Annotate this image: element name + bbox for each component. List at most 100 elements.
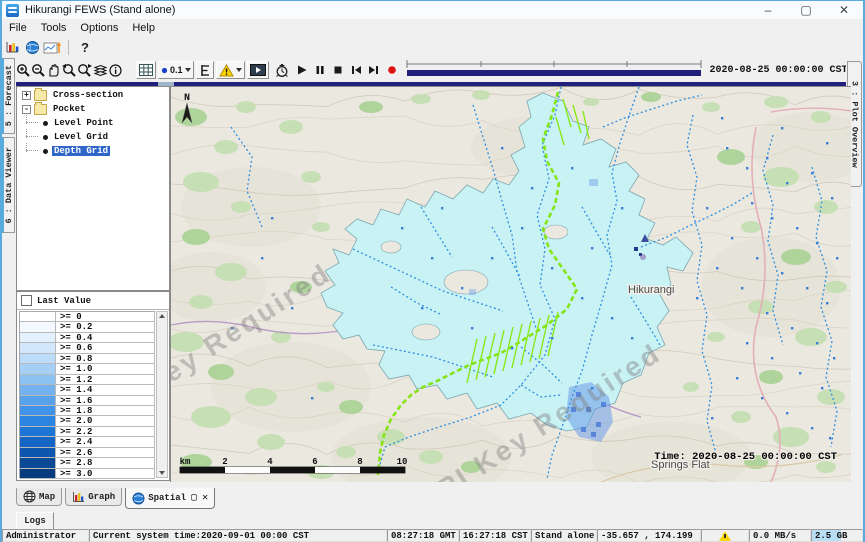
- stop-button[interactable]: [332, 61, 344, 79]
- legend-row[interactable]: >= 0.2: [20, 322, 155, 332]
- maximize-button[interactable]: ▢: [787, 1, 825, 19]
- map-canvas[interactable]: API Key Required API Key Required Hikura…: [171, 87, 851, 482]
- tab-forecast[interactable]: 5 : Forecast: [2, 58, 15, 134]
- status-bar: Administrator Current system time:2020-0…: [2, 529, 863, 542]
- tree-item-label-selected: Depth Grid: [52, 146, 110, 156]
- pan-hand-icon[interactable]: [46, 61, 61, 79]
- legend-label: >= 2.4: [56, 437, 155, 446]
- title-bar: Hikurangi FEWS (Stand alone) – ▢ ✕: [2, 1, 863, 20]
- legend-label: >= 0.8: [56, 354, 155, 363]
- record-button[interactable]: [386, 61, 398, 79]
- tree-item-level-grid[interactable]: Level Grid: [17, 131, 169, 143]
- step-back-button[interactable]: [350, 61, 363, 79]
- movie-export-button[interactable]: [247, 61, 269, 79]
- app-window: { "window": { "title": "Hikurangi FEWS (…: [0, 0, 865, 542]
- zoom-out-icon[interactable]: [31, 61, 46, 79]
- animation-timer-icon[interactable]: [274, 61, 290, 79]
- map-viewport[interactable]: API Key Required API Key Required Hikura…: [170, 86, 851, 482]
- legend-row[interactable]: >= 2.8: [20, 458, 155, 468]
- legend-color-swatch: [20, 375, 56, 384]
- status-warning[interactable]: [701, 529, 749, 542]
- last-value-label: Last Value: [37, 296, 91, 306]
- contour-threshold-dropdown[interactable]: 0.1: [158, 61, 194, 79]
- tree-item-pocket[interactable]: - Pocket: [17, 103, 169, 115]
- logs-button[interactable]: Logs: [16, 512, 54, 530]
- close-button[interactable]: ✕: [825, 1, 863, 19]
- info-icon[interactable]: [108, 61, 123, 79]
- legend-row[interactable]: >= 3.0: [20, 469, 155, 479]
- scale-tick: 4: [267, 457, 273, 467]
- classbreaks-button[interactable]: [196, 61, 214, 79]
- tree-item-cross-section[interactable]: + Cross-section: [17, 89, 169, 101]
- database-chart-icon[interactable]: [2, 38, 22, 56]
- collapse-icon[interactable]: -: [22, 105, 31, 114]
- zoom-previous-icon[interactable]: [61, 61, 77, 79]
- legend-row[interactable]: >= 1.2: [20, 375, 155, 385]
- tree-item-depth-grid[interactable]: Depth Grid: [17, 145, 169, 157]
- expand-icon[interactable]: +: [22, 91, 31, 100]
- node-bullet-icon: [43, 121, 48, 126]
- tab-map[interactable]: Map: [16, 488, 62, 506]
- pause-button[interactable]: [314, 61, 326, 79]
- legend-label: >= 1.0: [56, 364, 155, 373]
- legend-row[interactable]: >= 2.6: [20, 448, 155, 458]
- legend-label: >= 1.6: [56, 396, 155, 405]
- legend-row[interactable]: >= 0.6: [20, 343, 155, 353]
- scroll-down-icon[interactable]: [159, 471, 165, 475]
- zoom-next-icon[interactable]: [77, 61, 93, 79]
- legend-table: >= 0>= 0.2 >= 0.4>= 0.6>= 0.8>= 1.0 >= 1.2…: [19, 311, 155, 478]
- tab-data-viewer[interactable]: 6 : Data Viewer: [2, 137, 15, 233]
- scale-tick: 10: [397, 457, 408, 467]
- layers-icon[interactable]: [93, 61, 108, 79]
- zoom-in-icon[interactable]: [16, 61, 31, 79]
- undock-tab-icon[interactable]: ▢: [191, 492, 197, 504]
- legend-scrollbar[interactable]: [156, 311, 168, 478]
- legend-row[interactable]: >= 1.6: [20, 396, 155, 406]
- menu-options[interactable]: Options: [73, 21, 125, 35]
- status-memory-gauge[interactable]: 2.5 GB: [811, 529, 863, 542]
- close-tab-icon[interactable]: ✕: [202, 492, 208, 504]
- play-button[interactable]: [296, 61, 308, 79]
- legend-row[interactable]: >= 2.0: [20, 416, 155, 426]
- legend-row[interactable]: >= 0.8: [20, 354, 155, 364]
- time-slider[interactable]: [404, 58, 704, 83]
- menu-tools[interactable]: Tools: [34, 21, 74, 35]
- legend-row[interactable]: >= 1.4: [20, 385, 155, 395]
- legend-row[interactable]: >= 1.8: [20, 406, 155, 416]
- scale-tick: 2: [222, 457, 227, 467]
- help-button[interactable]: ?: [75, 38, 95, 56]
- legend-row[interactable]: >= 2.2: [20, 427, 155, 437]
- legend-label: >= 2.0: [56, 416, 155, 425]
- legend-color-swatch: [20, 416, 56, 425]
- bar-chart-icon: [72, 491, 85, 503]
- window-title: Hikurangi FEWS (Stand alone): [25, 4, 175, 16]
- legend-row[interactable]: >= 0.4: [20, 333, 155, 343]
- legend-label: >= 1.2: [56, 375, 155, 384]
- tab-spatial-label: Spatial: [148, 493, 186, 503]
- folder-icon: [34, 90, 47, 101]
- thresholds-warning-dropdown[interactable]: [216, 61, 245, 79]
- left-tab-strip: 5 : Forecast 6 : Data Viewer: [2, 58, 16, 488]
- tree-item-label: Level Grid: [52, 132, 110, 142]
- show-grid-button[interactable]: [136, 61, 156, 79]
- status-local-time: 16:27:18 CST: [459, 529, 531, 542]
- spatial-display-icon[interactable]: [42, 38, 62, 56]
- scroll-up-icon[interactable]: [159, 314, 165, 318]
- step-forward-button[interactable]: [367, 61, 380, 79]
- legend-color-swatch: [20, 437, 56, 446]
- tab-plot-overview-label: 3 : Plot Overview: [850, 81, 860, 168]
- legend-label: >= 0.2: [56, 322, 155, 331]
- last-value-checkbox[interactable]: [21, 295, 32, 306]
- menu-file[interactable]: File: [2, 21, 34, 35]
- depth-legend-panel: Last Value >= 0>= 0.2>= 0.4>= 0.6>= 0.8>…: [16, 291, 170, 481]
- minimize-button[interactable]: –: [749, 1, 787, 19]
- legend-row[interactable]: >= 1.0: [20, 364, 155, 374]
- threshold-value: 0.1: [170, 65, 183, 75]
- legend-row[interactable]: >= 0: [20, 312, 155, 322]
- tree-item-level-point[interactable]: Level Point: [17, 117, 169, 129]
- globe-explorer-icon[interactable]: [22, 38, 42, 56]
- tab-spatial[interactable]: Spatial ▢ ✕: [125, 488, 215, 509]
- legend-row[interactable]: >= 2.4: [20, 437, 155, 447]
- menu-help[interactable]: Help: [125, 21, 162, 35]
- tab-graph[interactable]: Graph: [65, 488, 122, 506]
